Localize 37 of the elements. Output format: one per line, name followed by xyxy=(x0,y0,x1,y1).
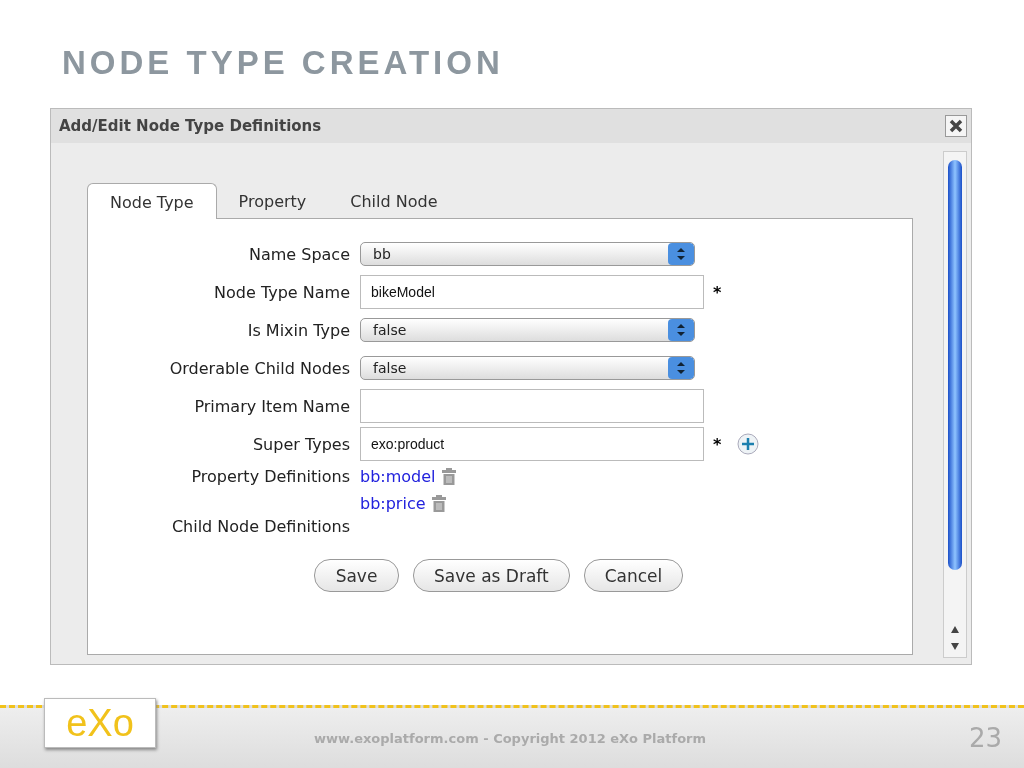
required-mark: * xyxy=(713,282,722,302)
field-label: Super Types xyxy=(251,434,351,454)
tab[interactable]: Child Node xyxy=(328,186,460,218)
select-field[interactable]: false xyxy=(360,318,695,342)
add-icon[interactable] xyxy=(737,433,760,455)
field-label: Is Mixin Type xyxy=(246,320,351,340)
up-down-arrows-icon xyxy=(668,243,694,265)
copyright-text: www.exoplatform.com - Copyright 2012 eXo Platform xyxy=(314,730,707,746)
select-field[interactable]: bb xyxy=(360,242,695,266)
tab[interactable]: Property xyxy=(216,186,329,218)
field-label: Name Space xyxy=(247,244,351,264)
dialog-button[interactable]: Save as Draft xyxy=(413,559,570,592)
page-number: 23 xyxy=(968,723,1002,753)
logo: eXo xyxy=(44,698,156,748)
field-label: Child Node Definitions xyxy=(170,517,351,536)
field-label: Node Type Name xyxy=(213,282,351,302)
up-down-arrows-icon xyxy=(668,319,694,341)
dialog-button[interactable]: Save xyxy=(314,559,399,592)
close-button[interactable] xyxy=(945,115,967,137)
dialog-button[interactable]: Cancel xyxy=(583,559,684,592)
slide-title: NODE TYPE CREATION xyxy=(62,44,505,82)
trash-icon[interactable] xyxy=(431,495,446,512)
trash-icon[interactable] xyxy=(441,468,456,485)
dialog-title: Add/Edit Node Type Definitions xyxy=(59,117,322,135)
input-field[interactable] xyxy=(360,389,704,423)
required-mark: * xyxy=(713,434,722,454)
property-link[interactable]: bb:model xyxy=(360,467,436,486)
field-label: Property Definitions xyxy=(190,467,351,486)
tab[interactable]: Node Type xyxy=(87,183,217,219)
input-field[interactable]: bikeModel xyxy=(360,275,704,309)
field-label: Primary Item Name xyxy=(193,396,351,416)
up-down-arrows-icon xyxy=(668,357,694,379)
field-label: Orderable Child Nodes xyxy=(168,358,351,378)
scrollbar[interactable] xyxy=(943,151,967,658)
input-field[interactable]: exo:product xyxy=(360,427,704,461)
property-link[interactable]: bb:price xyxy=(360,494,426,513)
select-field[interactable]: false xyxy=(360,356,695,380)
